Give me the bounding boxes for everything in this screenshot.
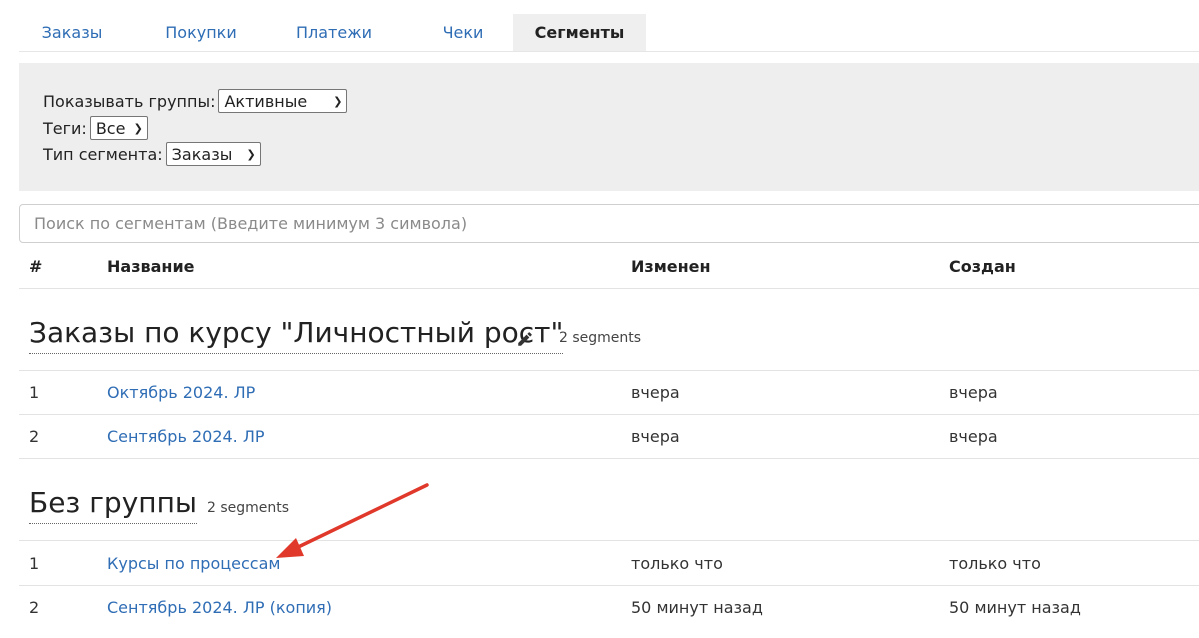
row-created: только что: [949, 554, 1041, 573]
groups-select[interactable]: Активные ❯: [218, 89, 348, 113]
filter-type-label: Тип сегмента:: [43, 144, 163, 164]
segment-link[interactable]: Октябрь 2024. ЛР: [107, 383, 255, 402]
divider: [19, 414, 1199, 415]
segment-link[interactable]: Сентябрь 2024. ЛР (копия): [107, 598, 332, 617]
tags-select-value: Все: [95, 118, 126, 138]
column-header-created[interactable]: Создан: [949, 257, 1016, 276]
chevron-down-icon: ❯: [246, 147, 256, 161]
segment-link[interactable]: Сентябрь 2024. ЛР: [107, 427, 265, 446]
tab-bar: Заказы Покупки Платежи Чеки Сегменты: [19, 14, 1199, 52]
row-modified: только что: [631, 554, 723, 573]
row-number: 2: [29, 598, 40, 617]
row-number: 2: [29, 427, 40, 446]
filter-type: Тип сегмента: Заказы ❯: [43, 142, 261, 166]
chevron-down-icon: ❯: [133, 121, 143, 135]
tab-purchases[interactable]: Покупки: [135, 14, 267, 51]
type-select-value: Заказы: [171, 144, 233, 164]
divider: [19, 288, 1199, 289]
group-title[interactable]: Заказы по курсу "Личностный рост": [29, 315, 564, 354]
segment-link[interactable]: Курсы по процессам: [107, 554, 280, 573]
divider: [19, 370, 1199, 371]
divider: [19, 540, 1199, 541]
row-created: вчера: [949, 427, 998, 446]
tab-payments[interactable]: Платежи: [269, 14, 399, 51]
row-modified: вчера: [631, 427, 680, 446]
column-header-modified[interactable]: Изменен: [631, 257, 711, 276]
group-segment-count: 2 segments: [207, 500, 290, 516]
divider: [19, 585, 1199, 586]
row-created: вчера: [949, 383, 998, 402]
divider: [19, 458, 1199, 459]
column-header-num: #: [29, 257, 43, 276]
row-number: 1: [29, 554, 40, 573]
group-segment-count: 2 segments: [559, 330, 642, 346]
filter-tags-label: Теги:: [43, 118, 87, 138]
group-title[interactable]: Без группы: [29, 485, 197, 524]
tab-segments[interactable]: Сегменты: [513, 14, 646, 51]
pencil-icon[interactable]: [516, 330, 534, 348]
row-number: 1: [29, 383, 40, 402]
filter-groups: Показывать группы: Активные ❯: [43, 89, 348, 113]
groups-select-value: Активные: [224, 91, 308, 111]
chevron-down-icon: ❯: [333, 94, 343, 108]
filter-groups-label: Показывать группы:: [43, 91, 216, 111]
column-header-name[interactable]: Название: [107, 257, 195, 276]
row-modified: вчера: [631, 383, 680, 402]
row-modified: 50 минут назад: [631, 598, 763, 617]
filters-panel: Показывать группы: Активные ❯ Теги: Все …: [19, 63, 1199, 191]
segment-search-input[interactable]: [19, 204, 1199, 243]
tags-select[interactable]: Все ❯: [89, 116, 148, 140]
filter-tags: Теги: Все ❯: [43, 116, 148, 140]
tab-receipts[interactable]: Чеки: [403, 14, 523, 51]
type-select[interactable]: Заказы ❯: [165, 142, 261, 166]
tab-orders[interactable]: Заказы: [19, 14, 125, 51]
row-created: 50 минут назад: [949, 598, 1081, 617]
